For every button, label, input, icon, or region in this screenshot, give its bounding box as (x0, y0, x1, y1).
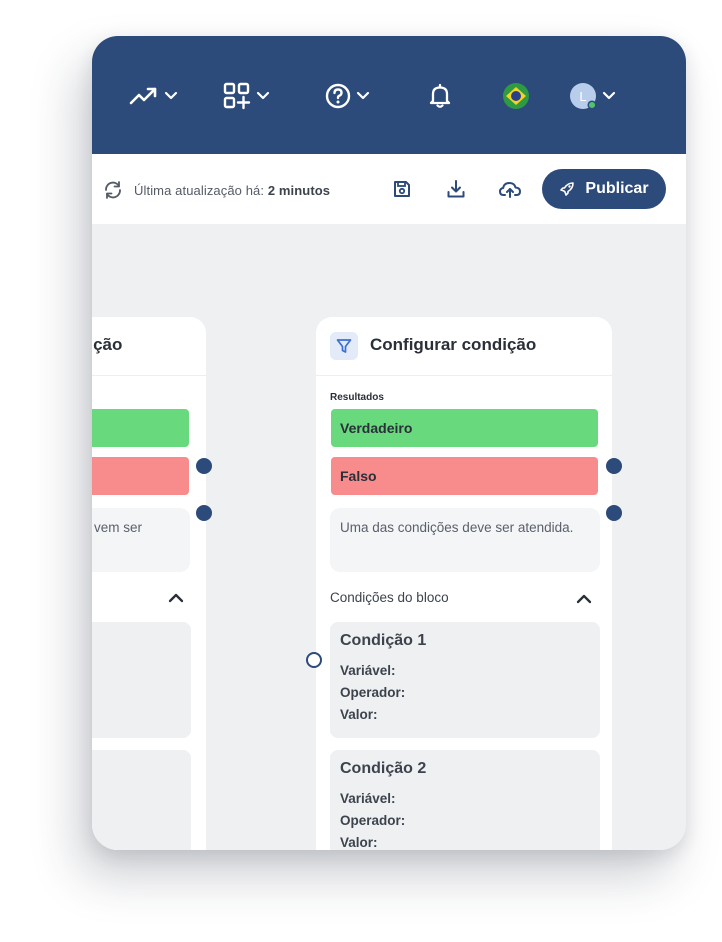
card-title: dição (92, 335, 123, 354)
chevron-down-icon (256, 91, 270, 100)
block-conditions-label: Condições do bloco (330, 590, 449, 605)
false-output-handle[interactable] (606, 505, 622, 521)
trending-up-icon (129, 87, 157, 105)
sync-status: Última atualização há: 2 minutos (102, 179, 330, 201)
results-label: Resultados (330, 392, 384, 403)
condition-note: vem ser (92, 508, 190, 572)
condition-item[interactable] (92, 622, 191, 738)
upload-button[interactable] (498, 177, 522, 201)
download-icon (447, 180, 465, 198)
false-output-handle[interactable] (196, 505, 212, 521)
false-result-bar: Falso (331, 457, 598, 495)
card-title: Configurar condição (370, 335, 537, 354)
download-button[interactable] (444, 177, 468, 201)
save-icon (394, 181, 410, 197)
chevron-down-icon (356, 91, 370, 100)
language-selector[interactable] (502, 80, 530, 112)
apps-menu[interactable] (222, 80, 270, 112)
save-button[interactable] (390, 177, 414, 201)
condition-note-text: vem ser (94, 520, 143, 535)
condition-title: Condição 2 (340, 760, 427, 777)
condition-block[interactable]: Configurar condição Resultados Verdadeir… (316, 317, 612, 850)
condition-item[interactable]: Condição 1 Variável: Operador: Valor: (330, 622, 600, 738)
user-menu[interactable]: L (568, 80, 616, 112)
app-window: L Última atualização há: 2 minutos Publi… (92, 36, 686, 850)
condition-operator: Operador: (340, 685, 406, 700)
last-update-time: 2 minutos (267, 182, 331, 198)
help-icon (325, 83, 351, 109)
brazil-flag-icon (503, 83, 529, 109)
bell-icon (429, 83, 451, 108)
filter-icon-box (330, 332, 358, 360)
flow-canvas[interactable]: dição vem ser Configurar c (92, 224, 686, 850)
true-output-handle[interactable] (606, 458, 622, 474)
condition-operator: Operador: (340, 813, 406, 828)
true-result-bar (92, 409, 189, 447)
condition-value: Valor: (340, 707, 378, 722)
condition-note-text: Uma das condições deve ser atendida. (340, 520, 574, 535)
avatar-letter: L (579, 89, 586, 104)
card-header: dição (92, 317, 206, 376)
chevron-up-icon[interactable] (168, 591, 184, 603)
last-update-text: Última atualização há: 2 minutos (134, 183, 330, 198)
editor-toolbar: Última atualização há: 2 minutos Publica… (92, 154, 686, 224)
condition-block-left[interactable]: dição vem ser (92, 317, 206, 850)
help-menu[interactable] (324, 80, 370, 112)
chevron-down-icon (602, 91, 616, 100)
condition-note: Uma das condições deve ser atendida. (330, 508, 600, 572)
condition-variable: Variável: (340, 663, 396, 678)
condition-value: Valor: (340, 835, 378, 850)
filter-icon (336, 339, 352, 353)
top-navbar: L (92, 36, 686, 154)
false-result-bar (92, 457, 189, 495)
true-result-label: Verdadeiro (340, 420, 413, 436)
condition-variable: Variável: (340, 791, 396, 806)
apps-add-icon (223, 82, 251, 110)
refresh-icon[interactable] (102, 179, 124, 201)
chevron-up-icon[interactable] (576, 592, 592, 604)
notifications-button[interactable] (428, 80, 452, 112)
cloud-upload-icon (499, 182, 521, 198)
input-handle[interactable] (306, 652, 322, 668)
last-update-label: Última atualização há: (134, 182, 265, 198)
true-result-bar: Verdadeiro (331, 409, 598, 447)
card-header: Configurar condição (316, 317, 612, 376)
condition-title: Condição 1 (340, 632, 427, 649)
false-result-label: Falso (340, 468, 377, 484)
analytics-menu[interactable] (128, 80, 178, 112)
publish-button[interactable]: Publicar (542, 169, 666, 209)
publish-label: Publicar (585, 180, 649, 197)
user-avatar-icon: L (570, 83, 597, 110)
condition-item[interactable] (92, 750, 191, 850)
chevron-down-icon (164, 91, 178, 100)
true-output-handle[interactable] (196, 458, 212, 474)
condition-item[interactable]: Condição 2 Variável: Operador: Valor: (330, 750, 600, 850)
rocket-icon (560, 182, 575, 196)
